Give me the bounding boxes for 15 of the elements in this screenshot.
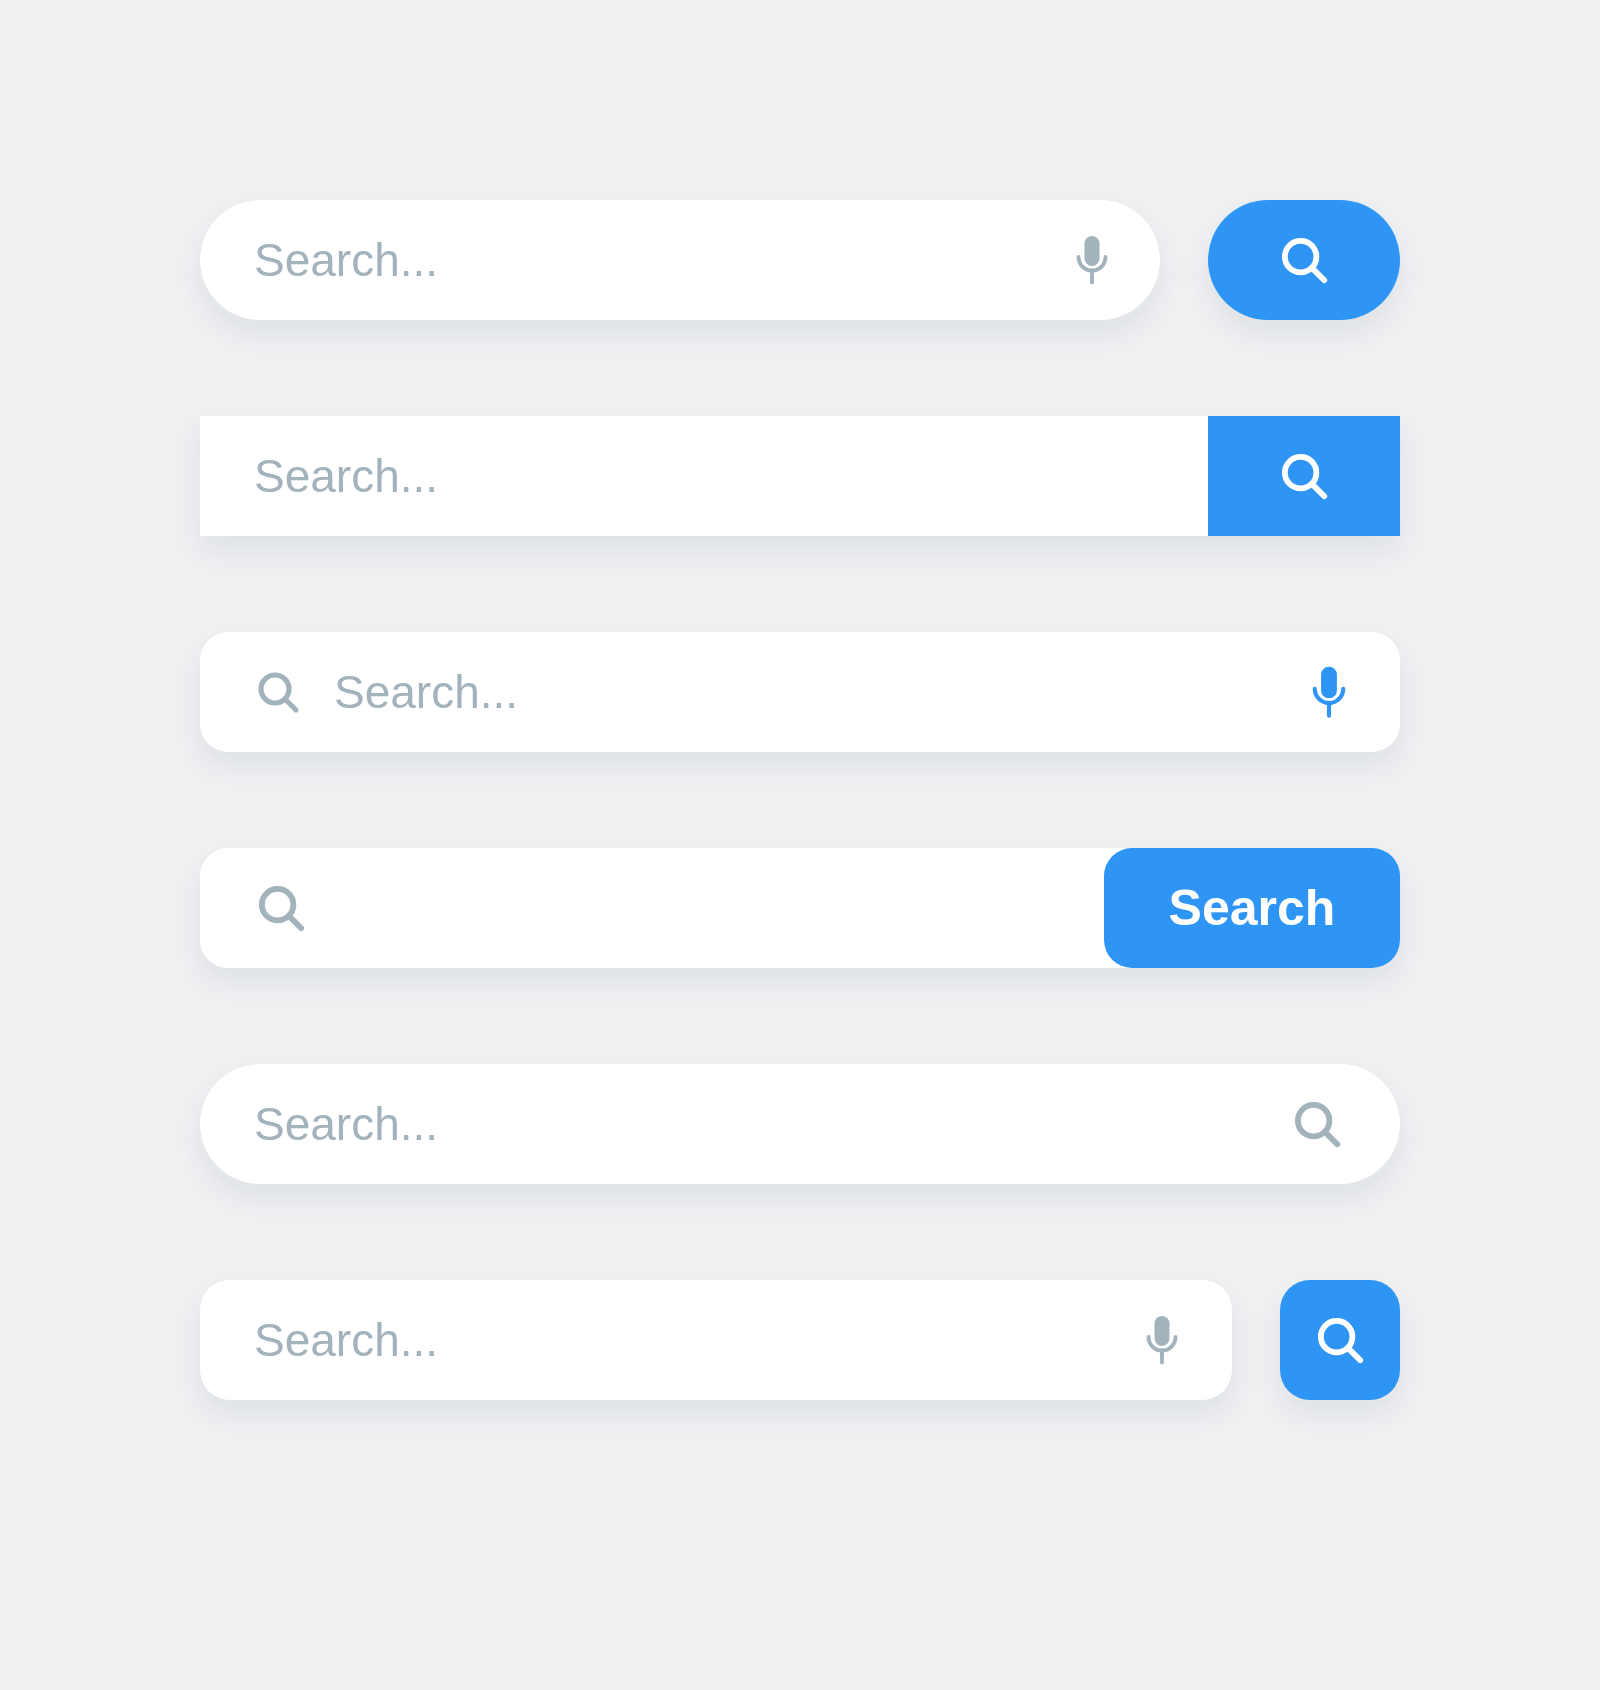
search-input[interactable]: Search... — [254, 225, 1074, 295]
search-field[interactable]: Search... — [200, 1280, 1232, 1400]
search-input[interactable]: Search... — [334, 657, 1278, 727]
search-input[interactable]: Search... — [254, 1089, 1290, 1159]
search-field[interactable] — [200, 848, 1104, 968]
search-input[interactable]: Search... — [254, 441, 1184, 511]
search-button[interactable] — [1280, 1280, 1400, 1400]
search-button[interactable] — [1208, 416, 1400, 536]
search-field[interactable]: Search... — [200, 632, 1400, 752]
microphone-icon[interactable] — [1074, 233, 1110, 287]
search-field[interactable]: Search... — [200, 1064, 1400, 1184]
search-input[interactable]: Search... — [254, 1305, 1144, 1375]
search-field[interactable]: Search... — [200, 200, 1160, 320]
search-field[interactable]: Search... — [200, 416, 1208, 536]
search-button[interactable]: Search — [1104, 848, 1400, 968]
